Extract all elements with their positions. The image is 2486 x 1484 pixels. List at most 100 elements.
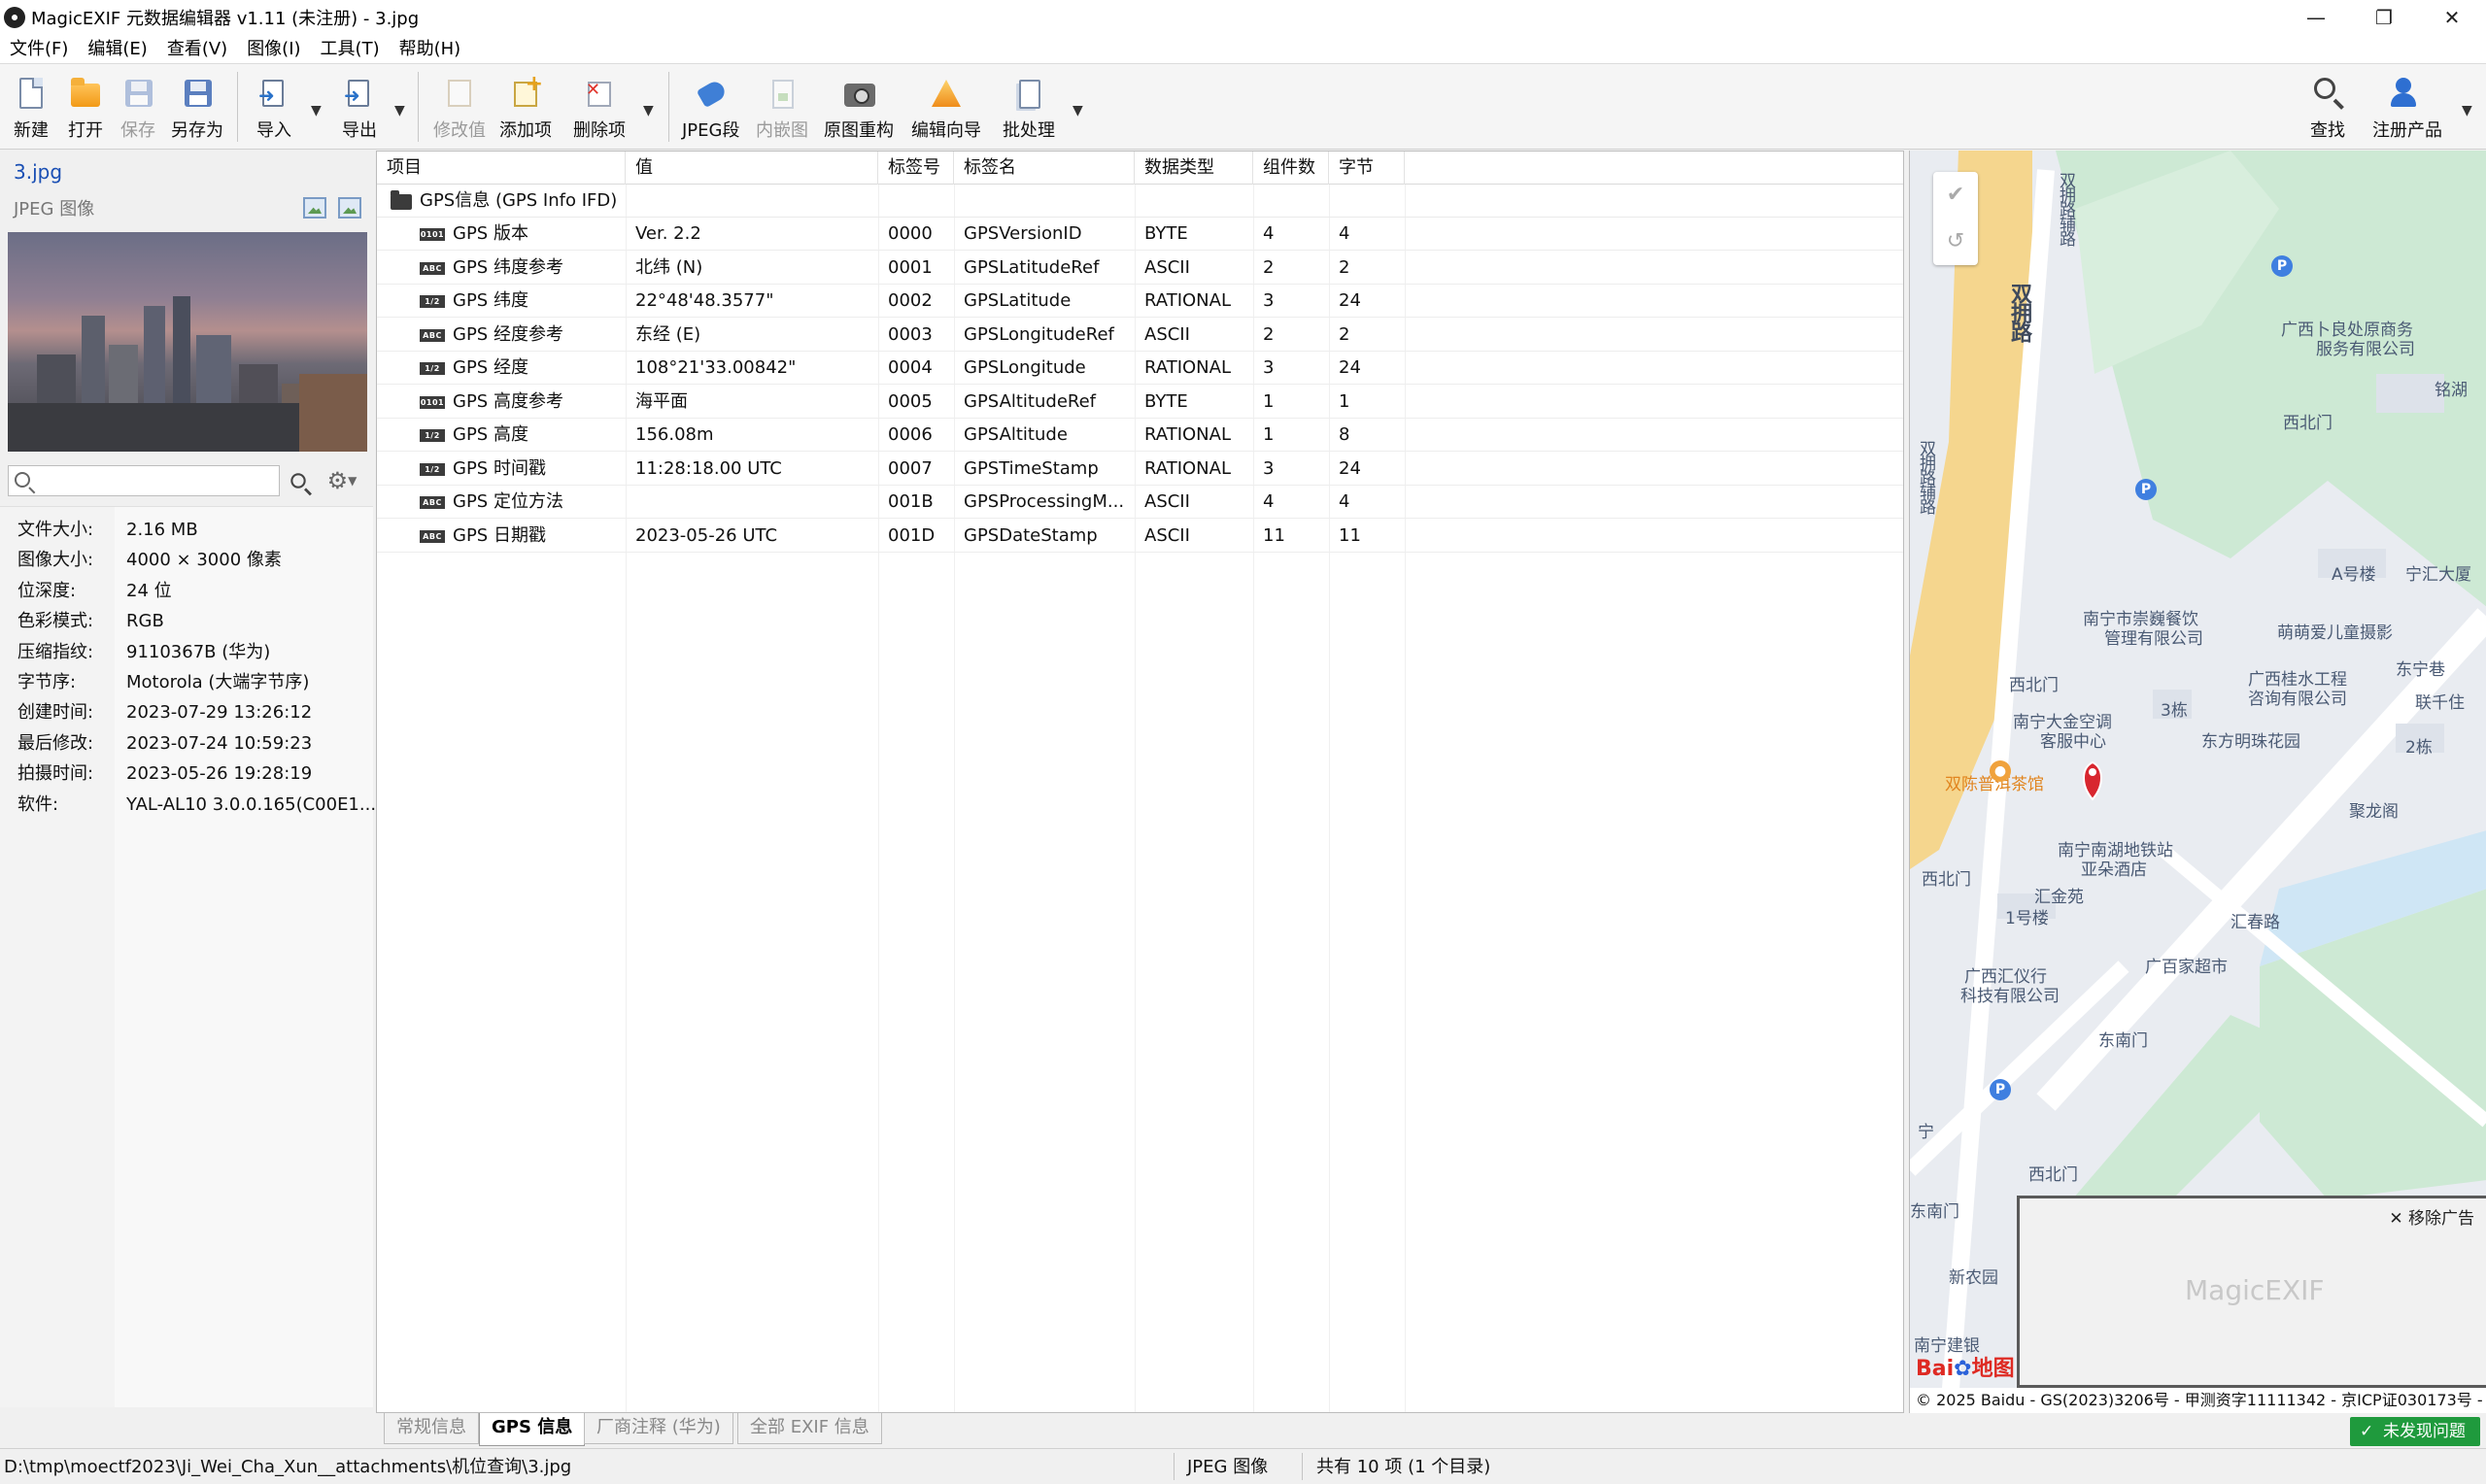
map-place-label: 1号楼 <box>2005 909 2049 928</box>
menu-help[interactable]: 帮助(H) <box>390 35 471 64</box>
menu-file[interactable]: 文件(F) <box>0 35 78 64</box>
property-value: 4000 × 3000 像素 <box>126 550 282 571</box>
batch-process-label: 批处理 <box>1003 120 1055 141</box>
tab-gps-info[interactable]: GPS 信息 <box>479 1413 586 1446</box>
cell-count: 2 <box>1263 256 1275 278</box>
column-header-data-type[interactable]: 数据类型 <box>1135 152 1253 185</box>
menu-image[interactable]: 图像(I) <box>237 35 310 64</box>
property-value: 2023-05-26 19:28:19 <box>126 763 313 785</box>
table-row[interactable]: 0101 GPS 高度参考 海平面 0005 GPSAltitudeRef BYTE 1 1 <box>377 386 1903 419</box>
cell-count: 1 <box>1263 390 1275 412</box>
check-icon[interactable]: ✔ <box>1933 172 1978 219</box>
tab-maker-notes[interactable]: 厂商注释 (华为) <box>584 1413 733 1444</box>
ad-panel: ✕ 移除广告 MagicEXIF <box>2017 1196 2486 1388</box>
map-place-label: 双拥路 <box>2007 283 2031 341</box>
edit-wizard-label: 编辑向导 <box>911 120 981 141</box>
column-header-bytes[interactable]: 字节 <box>1329 152 1405 185</box>
table-row[interactable]: ABC GPS 经度参考 东经 (E) 0003 GPSLongitudeRef ASCI… <box>377 319 1903 352</box>
map-place-label: 管理有限公司 <box>2104 629 2203 649</box>
import-button-label: 导入 <box>256 120 291 141</box>
cell-tag-name: GPSLatitudeRef <box>964 256 1100 278</box>
batch-icon <box>1011 76 1046 111</box>
new-file-icon <box>14 76 49 111</box>
search-field[interactable] <box>8 465 280 496</box>
search-icon <box>2310 76 2345 111</box>
menu-view[interactable]: 查看(V) <box>157 35 237 64</box>
new-button[interactable]: 新建 <box>14 72 49 146</box>
export-dropdown-arrow-icon[interactable]: ▼ <box>394 103 405 118</box>
table-row[interactable]: 0101 GPS 版本 Ver. 2.2 0000 GPSVersionID BYTE 4 4 <box>377 218 1903 251</box>
cell-count: 3 <box>1263 457 1275 479</box>
save-as-button[interactable]: 另存为 <box>171 72 223 146</box>
location-map[interactable]: ✔ ↺ 双拥路辅路 双拥路 双拥路辅路 广西卜良处原商务 服务有限公司 铭湖 西北门 A号楼宁… <box>1909 151 2486 1413</box>
edit-wizard-button[interactable]: 编辑向导 <box>911 72 981 146</box>
close-button[interactable]: ✕ <box>2418 0 2486 35</box>
cell-data-type: RATIONAL <box>1144 424 1231 445</box>
register-dropdown-arrow-icon[interactable]: ▼ <box>2462 103 2472 118</box>
window-controls: — ❐ ✕ <box>2282 0 2486 35</box>
jpeg-segment-label: JPEG段 <box>682 120 740 141</box>
property-row: 字节序: Motorola (大端字节序) <box>0 667 373 697</box>
open-button[interactable]: 打开 <box>68 72 103 146</box>
column-header-tag-id[interactable]: 标签号 <box>878 152 954 185</box>
tab-general-info[interactable]: 常规信息 <box>384 1413 479 1444</box>
view-image-alt-icon[interactable] <box>338 197 361 219</box>
column-header-item[interactable]: 项目 <box>377 152 626 185</box>
table-row[interactable]: ABC GPS 定位方法 001B GPSProcessingM... ASCII 4 4 <box>377 486 1903 519</box>
save-button-label: 保存 <box>120 120 155 141</box>
menu-edit[interactable]: 编辑(E) <box>78 35 156 64</box>
cell-item: GPS 纬度 <box>453 290 528 311</box>
table-row[interactable]: 1/2 GPS 时间戳 11:28:18.00 UTC 0007 GPSTimeStam… <box>377 453 1903 486</box>
data-type-icon: 1/2 <box>420 462 445 476</box>
cell-item: GPS 经度 <box>453 357 528 378</box>
file-info-panel: 3.jpg JPEG 图像 ⚙ ▼ 文件大小: 2.16 MB 图像大小: 4000 ×… <box>0 151 376 1407</box>
delete-dropdown-arrow-icon[interactable]: ▼ <box>643 103 654 118</box>
batch-process-button[interactable]: 批处理 <box>1003 72 1055 146</box>
column-header-tag-name[interactable]: 标签名 <box>954 152 1135 185</box>
import-button[interactable]: 导入 <box>256 72 291 146</box>
search-button[interactable] <box>282 465 315 496</box>
property-key: 文件大小: <box>17 520 94 540</box>
no-problem-badge[interactable]: 未发现问题 <box>2350 1417 2480 1446</box>
rebuild-image-button[interactable]: 原图重构 <box>824 72 894 146</box>
jpeg-segment-button[interactable]: JPEG段 <box>682 72 739 146</box>
map-place-label: 汇春路 <box>2231 913 2280 932</box>
table-row[interactable]: ABC GPS 纬度参考 北纬 (N) 0001 GPSLatitudeRef ASCII… <box>377 252 1903 285</box>
batch-dropdown-arrow-icon[interactable]: ▼ <box>1073 103 1083 118</box>
view-image-icon[interactable] <box>303 197 326 219</box>
map-place-label: 2栋 <box>2405 738 2433 758</box>
delete-item-button[interactable]: 删除项 <box>573 72 626 146</box>
column-header-value[interactable]: 值 <box>626 152 878 185</box>
search-icon <box>15 472 30 488</box>
add-item-button[interactable]: 添加项 <box>499 72 552 146</box>
export-button[interactable]: 导出 <box>342 72 377 146</box>
maximize-button[interactable]: ❐ <box>2350 0 2418 35</box>
remove-ad-button[interactable]: ✕ 移除广告 <box>2389 1204 2474 1229</box>
find-label: 查找 <box>2310 120 2345 141</box>
table-row[interactable]: ABC GPS 日期戳 2023-05-26 UTC 001D GPSDateStamp… <box>377 520 1903 553</box>
baidu-logo-suffix: 地图 <box>1971 1357 2015 1381</box>
cell-item: GPS 纬度参考 <box>453 256 563 278</box>
minimize-button[interactable]: — <box>2282 0 2350 35</box>
cell-count: 1 <box>1263 424 1275 445</box>
settings-dropdown-button[interactable]: ⚙ ▼ <box>317 465 367 496</box>
embedded-image-button[interactable]: 内嵌图 <box>756 72 808 146</box>
find-button[interactable]: 查找 <box>2310 72 2345 146</box>
save-button[interactable]: 保存 <box>120 72 155 146</box>
menu-tools[interactable]: 工具(T) <box>311 35 390 64</box>
column-header-count[interactable]: 组件数 <box>1253 152 1329 185</box>
table-row[interactable]: 1/2 GPS 经度 108°21'33.00842" 0004 GPSLongitud… <box>377 352 1903 385</box>
tab-all-exif[interactable]: 全部 EXIF 信息 <box>737 1413 882 1444</box>
table-row[interactable]: 1/2 GPS 高度 156.08m 0006 GPSAltitude RATIONAL 1… <box>377 419 1903 452</box>
property-value: 2.16 MB <box>126 520 198 540</box>
cell-value: 海平面 <box>635 390 688 412</box>
import-dropdown-arrow-icon[interactable]: ▼ <box>311 103 322 118</box>
property-key: 压缩指纹: <box>17 641 94 662</box>
data-type-icon: ABC <box>420 261 445 275</box>
property-key: 图像大小: <box>17 550 94 571</box>
register-product-button[interactable]: 注册产品 <box>2372 72 2442 146</box>
table-row[interactable]: 1/2 GPS 纬度 22°48'48.3577" 0002 GPSLatitude RA… <box>377 285 1903 318</box>
gps-group-row[interactable]: GPS信息 (GPS Info IFD) <box>377 185 1903 218</box>
undo-icon[interactable]: ↺ <box>1933 219 1978 265</box>
modify-value-button[interactable]: 修改值 <box>433 72 486 146</box>
